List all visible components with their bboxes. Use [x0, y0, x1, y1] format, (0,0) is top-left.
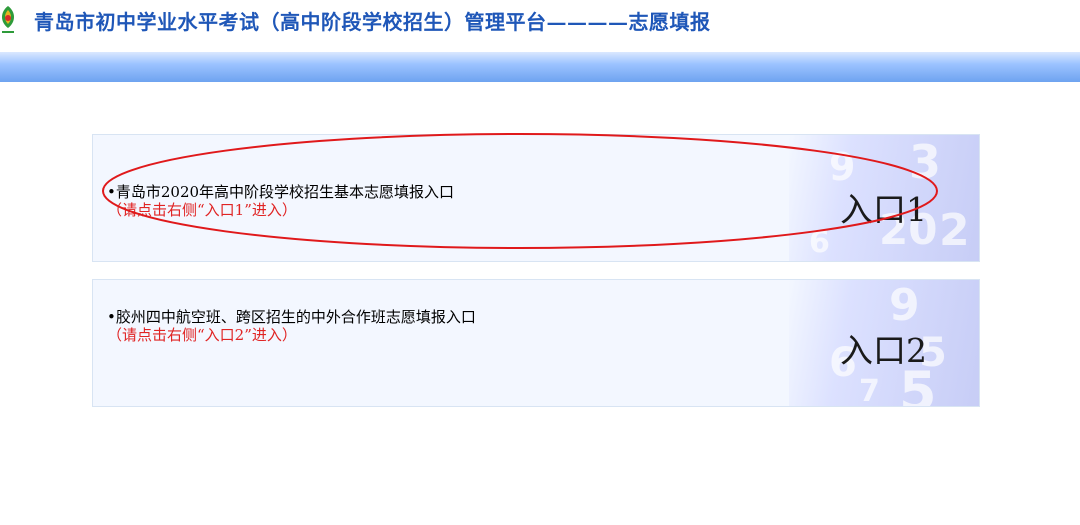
entry-hint: （请点击右侧“入口2”进入）: [107, 326, 297, 344]
header: 青岛市初中学业水平考试（高中阶段学校招生）管理平台————志愿填报: [0, 0, 1080, 46]
header-banner: [0, 52, 1080, 82]
entry-panel-2: 9 5 6 7 5 •胶州四中航空班、跨区招生的中外合作班志愿填报入口 （请点击…: [92, 279, 980, 407]
entry-panel-1: 9 3 20 2 6 •青岛市2020年高中阶段学校招生基本志愿填报入口 （请点…: [92, 134, 980, 262]
page-title: 青岛市初中学业水平考试（高中阶段学校招生）管理平台————志愿填报: [34, 10, 711, 34]
entry-hint: （请点击右侧“入口1”进入）: [107, 201, 297, 219]
entry-1-link[interactable]: 入口1: [840, 183, 927, 231]
entry-2-link[interactable]: 入口2: [840, 324, 927, 372]
logo-icon: [2, 6, 14, 33]
